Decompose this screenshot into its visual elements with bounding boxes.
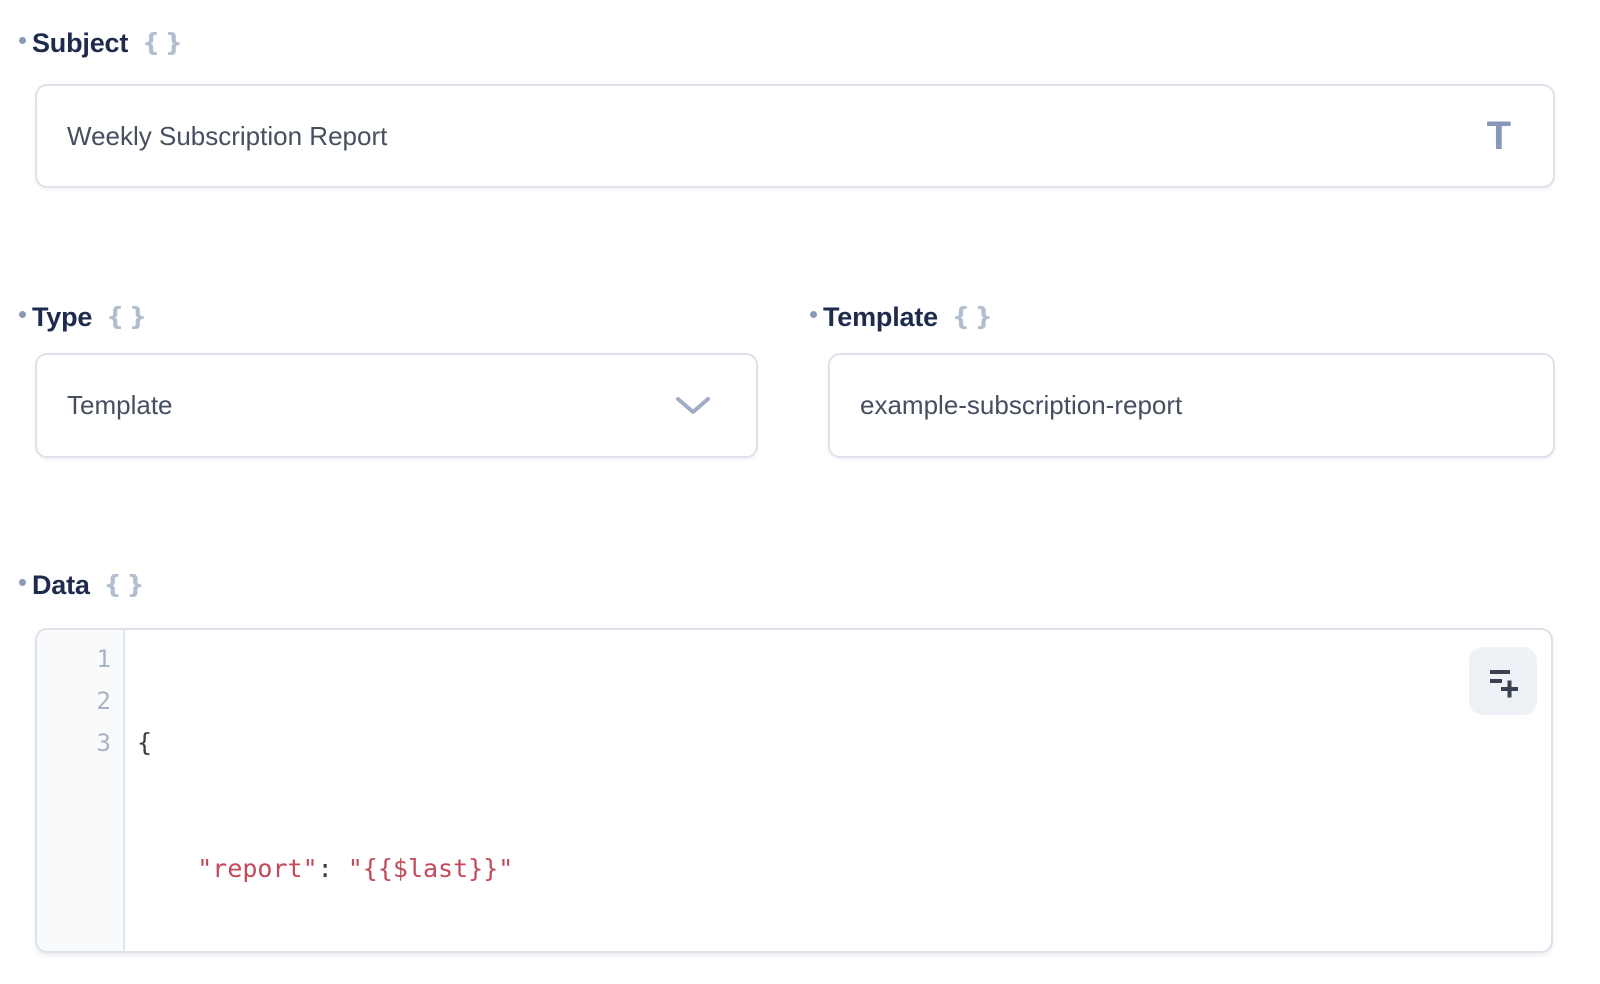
data-label-row: Data {} [19, 568, 149, 602]
json-key: "report" [197, 854, 317, 883]
template-label: Template [823, 302, 938, 333]
template-label-row: Template {} [810, 300, 998, 334]
code-line: { [137, 722, 1551, 764]
line-number: 3 [37, 722, 111, 764]
curly-braces-icon[interactable]: {} [952, 302, 998, 331]
required-bullet [810, 311, 817, 318]
code-line: "report": "{{$last}}" [137, 848, 1551, 890]
subject-label: Subject [32, 28, 128, 59]
template-input[interactable]: example-subscription-report [828, 353, 1555, 458]
required-bullet [19, 579, 26, 586]
type-label: Type [32, 302, 92, 333]
data-code-editor[interactable]: 1 2 3 { "report": "{{$last}}" } [35, 628, 1553, 953]
json-code-content[interactable]: { "report": "{{$last}}" } [125, 630, 1551, 951]
type-label-row: Type {} [19, 300, 152, 334]
type-select[interactable]: Template [35, 353, 758, 458]
text-type-icon[interactable]: T [1487, 116, 1511, 156]
template-value: example-subscription-report [860, 390, 1182, 421]
subject-value: Weekly Subscription Report [67, 121, 387, 152]
data-label: Data [32, 570, 90, 601]
json-string-value: "{{$last}}" [348, 854, 514, 883]
curly-braces-icon[interactable]: {} [106, 302, 152, 331]
type-selected-value: Template [67, 390, 173, 421]
line-number-gutter: 1 2 3 [37, 630, 125, 951]
chevron-down-icon [674, 395, 712, 417]
curly-braces-icon[interactable]: {} [104, 570, 150, 599]
line-number: 1 [37, 638, 111, 680]
playlist-add-icon [1483, 660, 1523, 703]
line-number: 2 [37, 680, 111, 722]
subject-label-row: Subject {} [19, 26, 188, 60]
curly-braces-icon[interactable]: {} [142, 28, 188, 57]
email-step-form: Subject {} Weekly Subscription Report T … [0, 0, 1600, 984]
insert-expression-button[interactable] [1469, 647, 1537, 715]
required-bullet [19, 37, 26, 44]
required-bullet [19, 311, 26, 318]
subject-input[interactable]: Weekly Subscription Report T [35, 84, 1555, 188]
